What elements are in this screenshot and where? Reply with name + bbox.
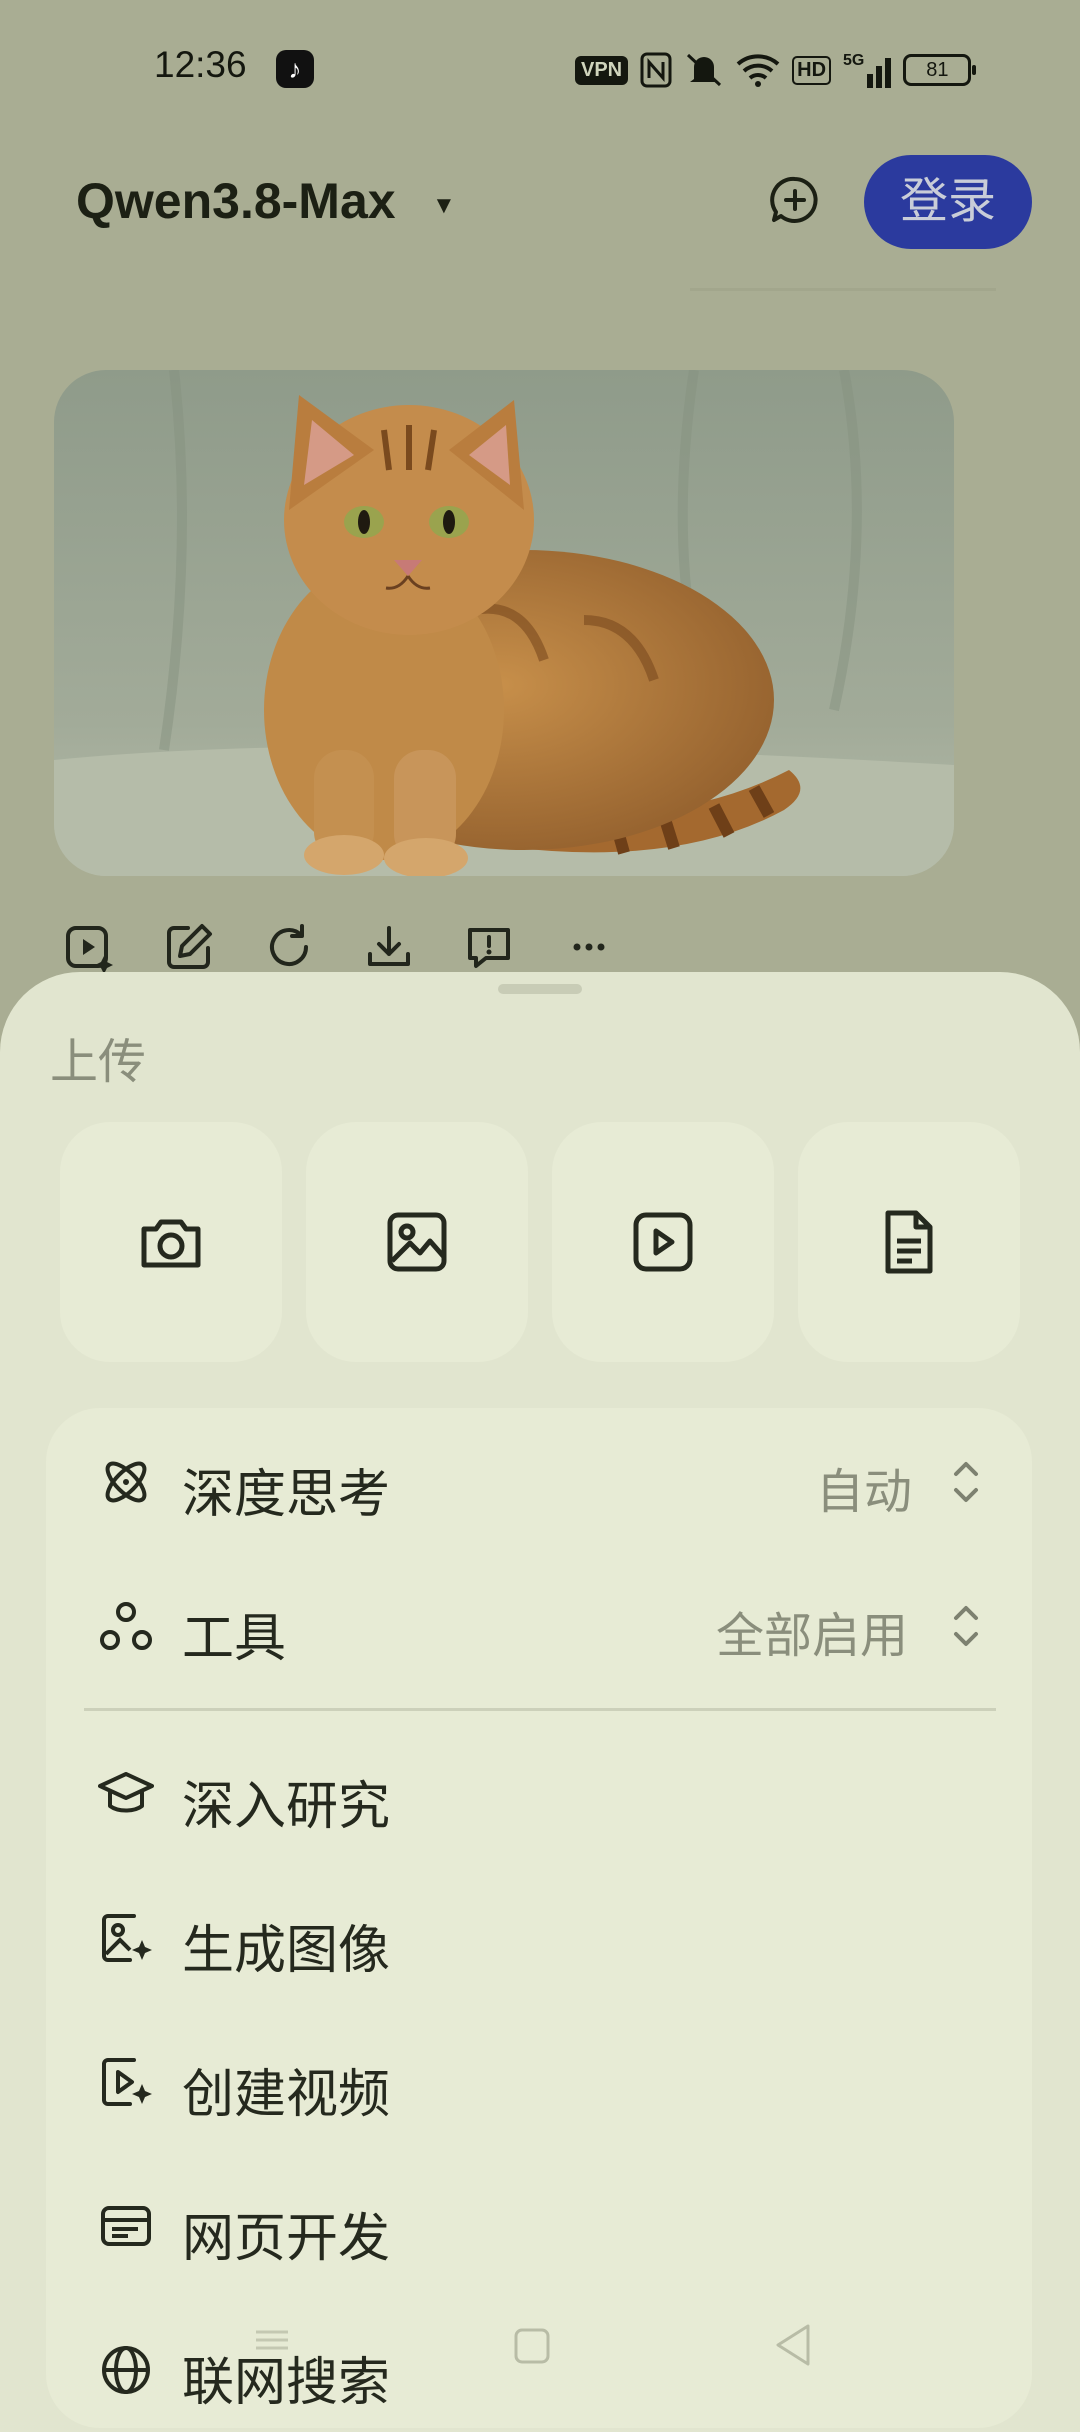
chevron-updown-icon[interactable] — [948, 1596, 984, 1656]
download-icon[interactable] — [362, 920, 416, 974]
deep-thinking-value[interactable]: 自动 — [816, 1452, 912, 1522]
tools-label: 工具 — [182, 1610, 287, 1668]
divider — [690, 288, 996, 291]
graduation-cap-icon — [98, 1772, 154, 1813]
message-actions — [62, 920, 702, 980]
login-button[interactable]: 登录 — [864, 155, 1032, 249]
mute-icon — [687, 53, 722, 87]
nav-back-icon[interactable] — [774, 2322, 812, 2368]
tools-icon — [100, 1602, 152, 1650]
model-selector[interactable]: Qwen3.8-Max — [76, 172, 396, 230]
wifi-icon — [736, 54, 780, 87]
generate-image-label: 生成图像 — [182, 1922, 391, 1980]
status-icons: VPN HD 5G 81 — [575, 48, 977, 92]
image-icon — [387, 1212, 447, 1272]
upload-camera-button[interactable] — [60, 1122, 282, 1362]
browser-icon — [101, 2206, 151, 2246]
nav-menu-icon[interactable] — [254, 2328, 290, 2352]
cat-image — [54, 370, 954, 876]
upload-section-label: 上传 — [50, 1036, 147, 1089]
upload-document-button[interactable] — [798, 1122, 1020, 1362]
drag-handle[interactable] — [498, 984, 582, 994]
chat-image[interactable] — [54, 370, 954, 876]
more-icon[interactable] — [562, 920, 616, 974]
document-icon — [885, 1210, 933, 1274]
section-divider — [84, 1708, 996, 1711]
web-dev-label: 网页开发 — [182, 2210, 391, 2268]
deep-thinking-label: 深度思考 — [182, 1466, 391, 1524]
camera-icon — [141, 1219, 201, 1268]
atom-icon — [105, 1461, 147, 1503]
image-sparkle-icon — [102, 1914, 152, 1962]
chevron-down-icon[interactable]: ▼ — [432, 192, 456, 220]
hd-badge: HD — [792, 55, 832, 85]
tools-value[interactable]: 全部启用 — [716, 1596, 908, 1666]
create-video-label: 创建视频 — [182, 2066, 391, 2124]
new-chat-icon[interactable] — [770, 175, 820, 225]
video-icon — [633, 1212, 693, 1272]
vpn-badge: VPN — [575, 55, 629, 85]
deep-research-label: 深入研究 — [182, 1778, 391, 1836]
signal-icon: 5G — [843, 52, 892, 88]
video-sparkle-icon — [102, 2058, 152, 2106]
upload-image-button[interactable] — [306, 1122, 528, 1362]
feedback-icon[interactable] — [462, 920, 516, 974]
refresh-icon[interactable] — [262, 920, 316, 974]
chevron-updown-icon[interactable] — [948, 1452, 984, 1512]
battery-icon: 81 — [903, 54, 977, 86]
status-time: 12:36 — [154, 44, 247, 85]
network-type: 5G — [843, 52, 865, 69]
upload-video-button[interactable] — [552, 1122, 774, 1362]
video-icon[interactable] — [62, 920, 116, 974]
tiktok-notification-icon: ♪ — [276, 50, 314, 88]
globe-icon — [102, 2346, 150, 2394]
nav-home-icon[interactable] — [514, 2328, 550, 2364]
edit-icon[interactable] — [162, 920, 216, 974]
nfc-icon — [640, 52, 672, 88]
